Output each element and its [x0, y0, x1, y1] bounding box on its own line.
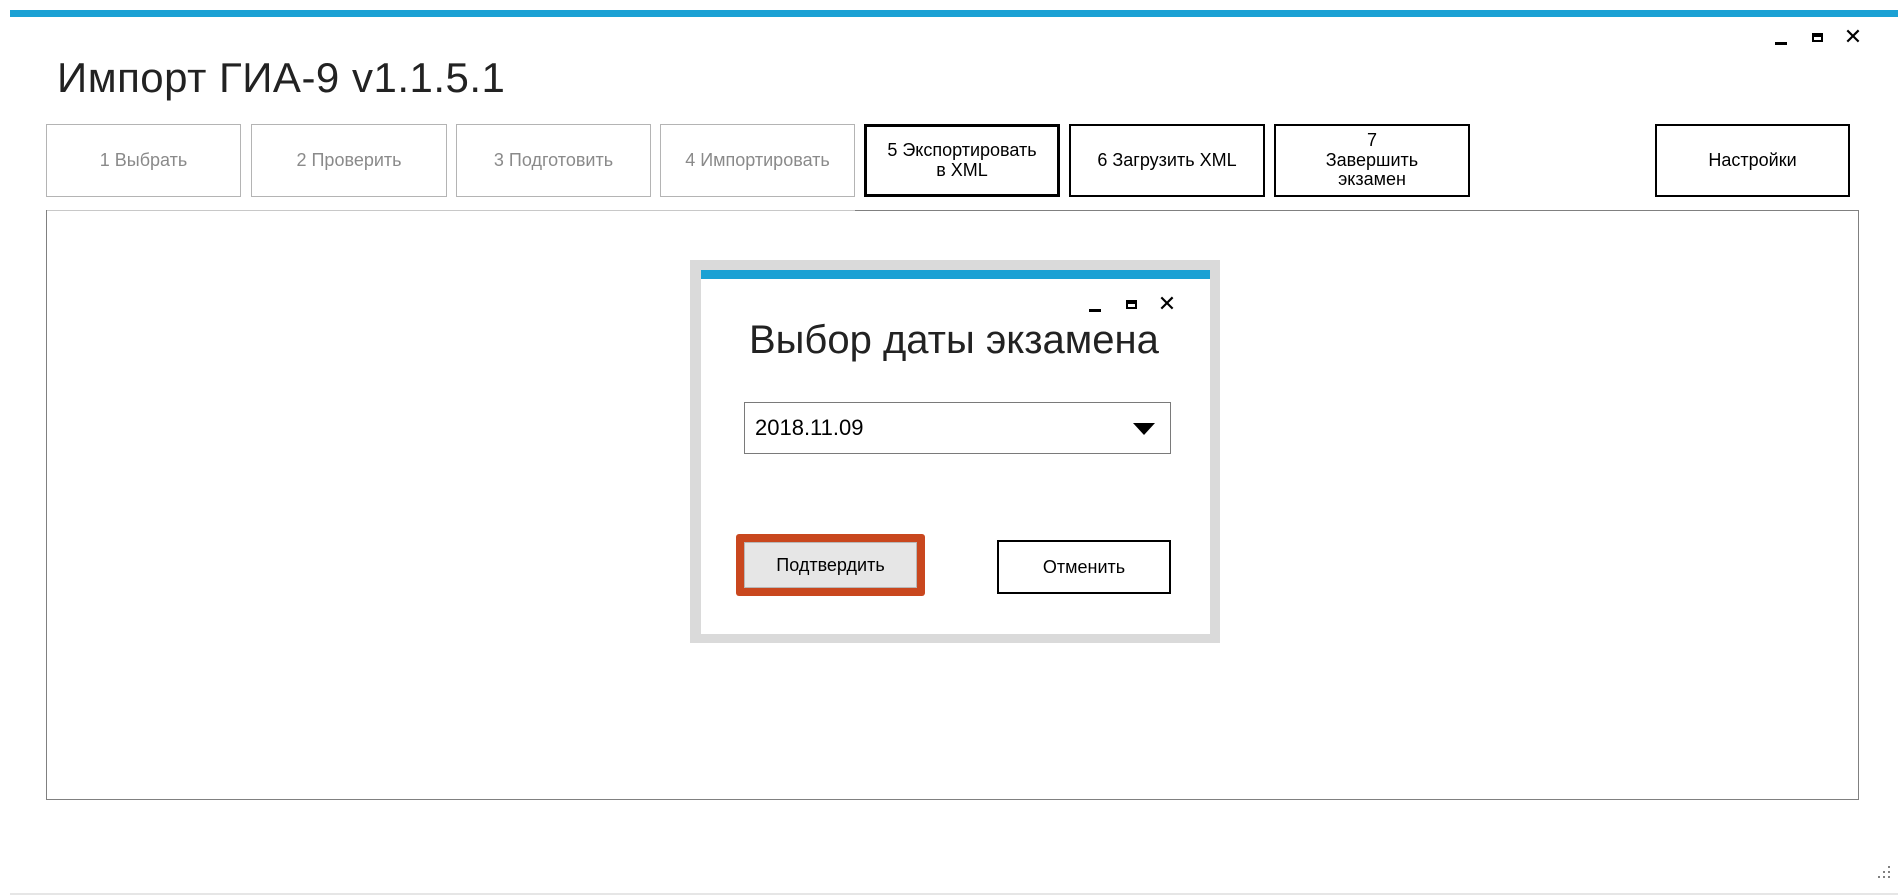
minimize-icon[interactable] — [1086, 295, 1104, 313]
dialog-accent-bar — [701, 270, 1210, 279]
step-2-check-button[interactable]: 2 Проверить — [251, 124, 447, 197]
close-icon[interactable]: ✕ — [1158, 293, 1176, 315]
status-bar-divider — [10, 893, 1898, 895]
dialog-window-controls: ✕ — [1086, 293, 1176, 315]
window-accent-bar — [10, 10, 1898, 17]
exam-date-value: 2018.11.09 — [755, 415, 864, 440]
dialog-title: Выбор даты экзамена — [749, 318, 1159, 362]
step-1-select-button[interactable]: 1 Выбрать — [46, 124, 241, 197]
settings-button[interactable]: Настройки — [1655, 124, 1850, 197]
step-4-import-button[interactable]: 4 Импортировать — [660, 124, 855, 197]
confirm-button-highlight: Подтвердить — [736, 534, 925, 596]
step-5-export-xml-button[interactable]: 5 Экспортировать в XML — [864, 124, 1060, 197]
panel-top-edge — [47, 210, 855, 211]
cancel-button[interactable]: Отменить — [997, 540, 1171, 594]
minimize-icon[interactable] — [1772, 28, 1790, 46]
close-icon[interactable]: ✕ — [1844, 26, 1862, 48]
maximize-icon[interactable] — [1122, 295, 1140, 313]
window-controls: ✕ — [1772, 26, 1862, 48]
step-6-upload-xml-button[interactable]: 6 Загрузить XML — [1069, 124, 1265, 197]
resize-grip-icon[interactable] — [1878, 866, 1892, 880]
exam-date-select[interactable]: 2018.11.09 — [744, 402, 1171, 454]
maximize-icon[interactable] — [1808, 28, 1826, 46]
app-title: Импорт ГИА-9 v1.1.5.1 — [57, 54, 506, 101]
chevron-down-icon[interactable] — [1133, 423, 1155, 435]
confirm-button[interactable]: Подтвердить — [744, 542, 917, 588]
step-3-prepare-button[interactable]: 3 Подготовить — [456, 124, 651, 197]
step-7-finish-exam-button[interactable]: 7 Завершить экзамен — [1274, 124, 1470, 197]
exam-date-dialog: ✕ Выбор даты экзамена 2018.11.09 Подтвер… — [701, 270, 1210, 634]
